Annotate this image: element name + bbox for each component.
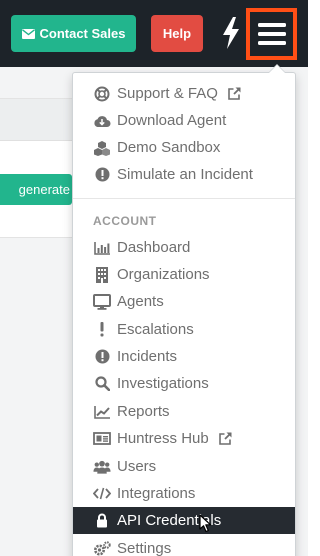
- line-chart-icon: [93, 403, 111, 421]
- menu-item-label: Users: [117, 458, 157, 475]
- panel-header: [0, 99, 72, 141]
- exclamation-circle-icon: [93, 166, 111, 184]
- menu-item-label: Organizations: [117, 266, 210, 283]
- contact-sales-button[interactable]: Contact Sales: [11, 15, 136, 52]
- mouse-cursor-icon: [199, 514, 212, 533]
- menu-item-users[interactable]: Users: [73, 453, 295, 480]
- menu-item-investigations[interactable]: Investigations: [73, 370, 295, 397]
- help-button[interactable]: Help: [151, 15, 203, 52]
- menu-item-download-agent[interactable]: Download Agent: [73, 107, 295, 134]
- monitor-icon: [93, 293, 111, 311]
- menu-item-label: Investigations: [117, 375, 209, 392]
- generate-button-label: generate: [18, 182, 70, 197]
- envelope-icon: [21, 28, 35, 39]
- menu-item-label: Settings: [117, 540, 172, 556]
- exclamation-circle-icon: [93, 348, 111, 366]
- contact-sales-label: Contact Sales: [39, 26, 126, 41]
- menu-divider: [73, 198, 295, 199]
- users-icon: [93, 458, 111, 476]
- life-ring-icon: [93, 85, 111, 103]
- magnifier-icon: [93, 375, 111, 393]
- menu-item-integrations[interactable]: Integrations: [73, 480, 295, 507]
- gears-icon: [93, 540, 111, 556]
- cloud-download-icon: [93, 112, 111, 130]
- bar-chart-icon: [93, 239, 111, 257]
- hamburger-menu-icon: [257, 23, 286, 45]
- hamburger-menu-button[interactable]: [246, 8, 297, 60]
- menu-item-label: Huntress Hub: [117, 430, 209, 447]
- lightning-bolt-icon[interactable]: [220, 16, 242, 50]
- menu-item-label: Integrations: [117, 485, 196, 502]
- menu-item-escalations[interactable]: Escalations: [73, 316, 295, 343]
- cubes-icon: [93, 139, 111, 157]
- account-dropdown-menu: Support & FAQ Download Agent Demo Sandbo…: [72, 64, 296, 556]
- help-label: Help: [162, 26, 192, 41]
- menu-item-label: Reports: [117, 403, 170, 420]
- content-panel: generate: [0, 98, 72, 238]
- menu-item-api-credentials[interactable]: API Credentials: [73, 507, 295, 534]
- menu-item-label: Escalations: [117, 321, 194, 338]
- menu-item-label: Download Agent: [117, 112, 227, 129]
- external-link-icon: [227, 86, 242, 101]
- menu-item-reports[interactable]: Reports: [73, 398, 295, 425]
- menu-item-label: Incidents: [117, 348, 178, 365]
- lock-icon: [93, 512, 111, 530]
- top-navbar: Contact Sales Help: [0, 0, 308, 67]
- exclamation-icon: [93, 321, 111, 339]
- menu-item-huntress-hub[interactable]: Huntress Hub: [73, 425, 295, 452]
- account-section-header: ACCOUNT: [93, 214, 157, 228]
- menu-item-label: Support & FAQ: [117, 85, 218, 102]
- menu-item-label: Agents: [117, 293, 164, 310]
- external-link-icon: [218, 431, 233, 446]
- menu-item-support-faq[interactable]: Support & FAQ: [73, 80, 295, 107]
- menu-item-dashboard[interactable]: Dashboard: [73, 234, 295, 261]
- menu-item-simulate-incident[interactable]: Simulate an Incident: [73, 161, 295, 188]
- menu-item-label: Demo Sandbox: [117, 139, 221, 156]
- menu-item-incidents[interactable]: Incidents: [73, 343, 295, 370]
- menu-item-demo-sandbox[interactable]: Demo Sandbox: [73, 134, 295, 161]
- generate-button[interactable]: generate: [0, 174, 72, 205]
- code-icon: [93, 485, 111, 503]
- menu-item-agents[interactable]: Agents: [73, 288, 295, 315]
- building-icon: [93, 266, 111, 284]
- menu-item-label: Dashboard: [117, 239, 191, 256]
- menu-item-settings[interactable]: Settings: [73, 535, 295, 556]
- menu-item-label: Simulate an Incident: [117, 166, 253, 183]
- id-card-icon: [93, 430, 111, 448]
- menu-item-organizations[interactable]: Organizations: [73, 261, 295, 288]
